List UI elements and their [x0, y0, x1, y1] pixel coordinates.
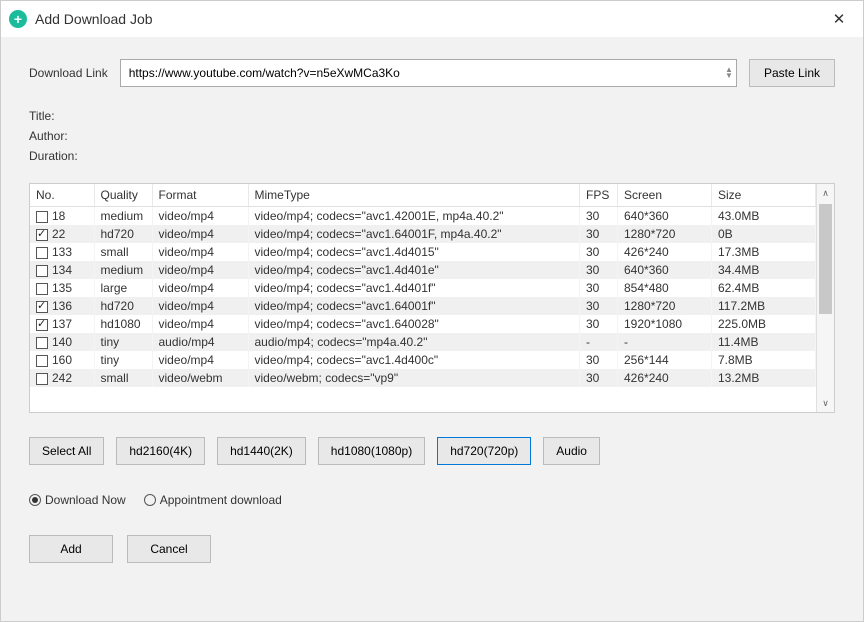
preset-audio-button[interactable]: Audio [543, 437, 600, 465]
table-row[interactable]: 134mediumvideo/mp4video/mp4; codecs="avc… [30, 261, 816, 279]
download-link-input[interactable] [120, 59, 737, 87]
meta-block: Title: Author: Duration: [29, 109, 835, 169]
table-header-row: No. Quality Format MimeType FPS Screen S… [30, 184, 816, 207]
col-screen[interactable]: Screen [618, 184, 712, 207]
table-row[interactable]: 160tinyvideo/mp4video/mp4; codecs="avc1.… [30, 351, 816, 369]
preset-hd720-button[interactable]: hd720(720p) [437, 437, 531, 465]
col-format[interactable]: Format [152, 184, 248, 207]
col-size[interactable]: Size [712, 184, 816, 207]
preset-hd1440-button[interactable]: hd1440(2K) [217, 437, 306, 465]
row-checkbox[interactable] [36, 319, 48, 331]
row-checkbox[interactable] [36, 265, 48, 277]
appointment-radio[interactable]: Appointment download [144, 493, 282, 507]
download-link-input-wrap: ▲▼ [120, 59, 737, 87]
radio-dot-icon [144, 494, 156, 506]
table-row[interactable]: 135largevideo/mp4video/mp4; codecs="avc1… [30, 279, 816, 297]
author-label: Author: [29, 129, 835, 143]
preset-hd1080-button[interactable]: hd1080(1080p) [318, 437, 425, 465]
table-scrollbar[interactable]: ∧ ∨ [816, 184, 834, 412]
formats-table-scroll: No. Quality Format MimeType FPS Screen S… [30, 184, 816, 412]
schedule-radio-row: Download Now Appointment download [29, 493, 835, 507]
table-row[interactable]: 137hd1080video/mp4video/mp4; codecs="avc… [30, 315, 816, 333]
preset-hd2160-button[interactable]: hd2160(4K) [116, 437, 205, 465]
appointment-label: Appointment download [160, 493, 282, 507]
download-now-radio[interactable]: Download Now [29, 493, 126, 507]
add-icon [9, 10, 27, 28]
download-link-label: Download Link [29, 66, 108, 80]
formats-table-wrap: No. Quality Format MimeType FPS Screen S… [29, 183, 835, 413]
close-icon: ✕ [833, 10, 846, 28]
select-all-button[interactable]: Select All [29, 437, 104, 465]
duration-label: Duration: [29, 149, 835, 163]
table-row[interactable]: 22hd720video/mp4video/mp4; codecs="avc1.… [30, 225, 816, 243]
row-checkbox[interactable] [36, 301, 48, 313]
col-mime[interactable]: MimeType [248, 184, 580, 207]
action-row: Add Cancel [29, 535, 835, 563]
dialog-window: Add Download Job ✕ Download Link ▲▼ Past… [0, 0, 864, 622]
title-label: Title: [29, 109, 835, 123]
row-checkbox[interactable] [36, 229, 48, 241]
table-row[interactable]: 242smallvideo/webmvideo/webm; codecs="vp… [30, 369, 816, 387]
formats-table: No. Quality Format MimeType FPS Screen S… [30, 184, 816, 387]
row-checkbox[interactable] [36, 355, 48, 367]
content-area: Download Link ▲▼ Paste Link Title: Autho… [1, 37, 863, 621]
col-quality[interactable]: Quality [94, 184, 152, 207]
add-button[interactable]: Add [29, 535, 113, 563]
table-row[interactable]: 18mediumvideo/mp4video/mp4; codecs="avc1… [30, 207, 816, 226]
scroll-thumb[interactable] [819, 204, 832, 314]
cancel-button[interactable]: Cancel [127, 535, 211, 563]
download-link-row: Download Link ▲▼ Paste Link [29, 59, 835, 87]
radio-dot-icon [29, 494, 41, 506]
preset-row: Select All hd2160(4K) hd1440(2K) hd1080(… [29, 437, 835, 465]
row-checkbox[interactable] [36, 283, 48, 295]
table-row[interactable]: 136hd720video/mp4video/mp4; codecs="avc1… [30, 297, 816, 315]
row-checkbox[interactable] [36, 247, 48, 259]
row-checkbox[interactable] [36, 211, 48, 223]
scroll-down-icon[interactable]: ∨ [817, 394, 834, 412]
paste-link-button[interactable]: Paste Link [749, 59, 835, 87]
close-button[interactable]: ✕ [823, 5, 855, 33]
col-fps[interactable]: FPS [580, 184, 618, 207]
download-now-label: Download Now [45, 493, 126, 507]
row-checkbox[interactable] [36, 337, 48, 349]
table-row[interactable]: 140tinyaudio/mp4audio/mp4; codecs="mp4a.… [30, 333, 816, 351]
window-title: Add Download Job [35, 11, 823, 27]
col-no[interactable]: No. [30, 184, 94, 207]
spinner-icon[interactable]: ▲▼ [725, 67, 733, 79]
titlebar: Add Download Job ✕ [1, 1, 863, 37]
scroll-up-icon[interactable]: ∧ [817, 184, 834, 202]
row-checkbox[interactable] [36, 373, 48, 385]
table-row[interactable]: 133smallvideo/mp4video/mp4; codecs="avc1… [30, 243, 816, 261]
